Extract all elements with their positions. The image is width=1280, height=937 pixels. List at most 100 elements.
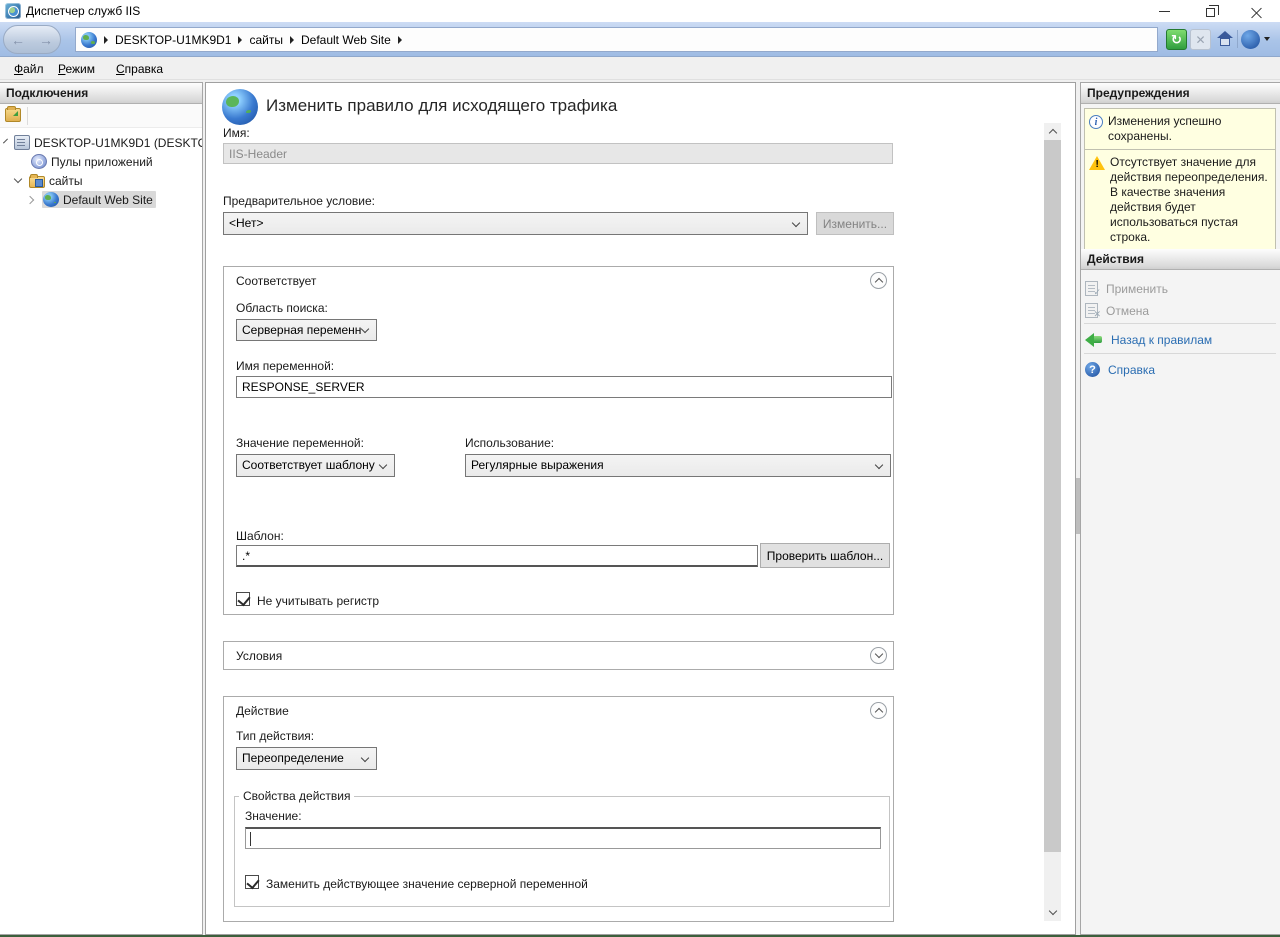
server-icon — [14, 135, 30, 150]
restore-button[interactable] — [1188, 0, 1233, 22]
alert-saved: Изменения успешно сохранены. — [1084, 108, 1276, 150]
breadcrumb-item-sites[interactable]: сайты — [249, 33, 283, 47]
chevron-up-icon — [874, 278, 882, 286]
pattern-input[interactable]: .* — [236, 545, 758, 567]
help-dropdown-caret-icon[interactable] — [1264, 37, 1270, 41]
globe-feature-icon — [222, 89, 258, 125]
chevron-up-icon — [1048, 129, 1056, 137]
globe-icon — [81, 32, 97, 48]
scope-label: Область поиска: — [236, 301, 328, 315]
variable-name-label: Имя переменной: — [236, 359, 334, 373]
apply-label: Применить — [1106, 282, 1168, 296]
toolbar-separator — [27, 107, 28, 125]
minimize-button[interactable] — [1142, 0, 1187, 22]
conditions-section-title: Условия — [236, 649, 282, 663]
replace-existing-checkbox[interactable] — [245, 875, 259, 889]
connections-toolbar — [0, 104, 202, 128]
chevron-down-icon — [792, 218, 800, 226]
variable-value-select[interactable]: Соответствует шаблону — [236, 454, 395, 477]
cancel-icon: ✕ — [1085, 303, 1098, 318]
breadcrumb-arrow-icon[interactable] — [398, 36, 402, 44]
close-icon — [1251, 6, 1262, 17]
chevron-down-icon — [361, 753, 369, 761]
edit-precondition-button: Изменить... — [816, 212, 894, 235]
alert-text: Отсутствует значение для действия переоп… — [1110, 155, 1271, 245]
tree-item-server[interactable]: DESKTOP-U1MK9D1 (DESKTO — [0, 133, 202, 152]
content-scrollbar[interactable] — [1044, 123, 1061, 921]
test-pattern-button[interactable]: Проверить шаблон... — [760, 543, 890, 568]
help-link[interactable]: Справка — [1085, 359, 1275, 380]
scroll-down-button[interactable] — [1044, 904, 1061, 921]
selected-tree-item[interactable]: Default Web Site — [42, 191, 156, 208]
chevron-up-icon — [874, 708, 882, 716]
menu-file[interactable]: Файл — [10, 61, 48, 77]
usage-select[interactable]: Регулярные выражения — [465, 454, 891, 477]
forward-arrow-icon[interactable]: → — [39, 33, 53, 47]
variable-name-input[interactable]: RESPONSE_SERVER — [236, 376, 892, 398]
breadcrumb-arrow-icon[interactable] — [104, 36, 108, 44]
name-label: Имя: — [223, 126, 250, 140]
scope-value: Серверная переменн — [242, 323, 361, 337]
globe-icon — [43, 192, 59, 207]
apply-icon: ✓ — [1085, 281, 1098, 296]
scroll-up-button[interactable] — [1044, 123, 1061, 140]
warnings-header: Предупреждения — [1081, 83, 1280, 104]
back-arrow-icon[interactable]: ← — [11, 33, 25, 47]
action-type-value: Переопределение — [242, 751, 344, 765]
breadcrumb-item-server[interactable]: DESKTOP-U1MK9D1 — [115, 33, 231, 47]
breadcrumb-item-site[interactable]: Default Web Site — [301, 33, 391, 47]
breadcrumb-arrow-icon[interactable] — [290, 36, 294, 44]
iis-app-icon — [5, 3, 21, 19]
scope-select[interactable]: Серверная переменн — [236, 319, 377, 341]
collapse-section-button[interactable] — [870, 702, 887, 719]
menu-help[interactable]: Справка — [112, 61, 167, 77]
close-button[interactable] — [1234, 0, 1279, 22]
usage-label: Использование: — [465, 436, 554, 450]
scrollbar-thumb[interactable] — [1044, 140, 1061, 852]
app-pools-icon — [31, 154, 47, 169]
chevron-down-icon[interactable] — [3, 139, 8, 144]
tree-item-default-web-site[interactable]: Default Web Site — [0, 190, 202, 209]
help-icon[interactable] — [1241, 30, 1260, 49]
restore-icon — [1206, 8, 1215, 17]
warning-icon — [1089, 156, 1105, 171]
nav-buttons: ← → — [3, 25, 61, 54]
apply-button: ✓ Применить — [1085, 278, 1275, 299]
menu-view[interactable]: Режим — [54, 61, 99, 77]
create-connection-icon[interactable] — [5, 108, 21, 122]
tree-item-label: сайты — [49, 174, 83, 188]
match-section: Соответствует Область поиска: Серверная … — [223, 266, 894, 615]
tree-item-sites[interactable]: сайты — [0, 171, 202, 190]
page-title: Изменить правило для исходящего трафика — [266, 96, 617, 116]
expand-section-button[interactable] — [870, 647, 887, 664]
chevron-right-icon[interactable] — [26, 195, 34, 203]
refresh-icon[interactable]: ↻ — [1166, 29, 1187, 50]
ignore-case-checkbox[interactable] — [236, 592, 250, 606]
chevron-down-icon — [1048, 907, 1056, 915]
chevron-down-icon[interactable] — [14, 175, 22, 183]
stop-icon: ✕ — [1190, 29, 1211, 50]
tree-item-label: Пулы приложений — [51, 155, 153, 169]
conditions-section: Условия — [223, 641, 894, 670]
action-type-select[interactable]: Переопределение — [236, 747, 377, 770]
address-bar: ← → DESKTOP-U1MK9D1 сайты Default Web Si… — [0, 22, 1280, 57]
help-icon — [1085, 362, 1100, 377]
main-content-panel: Изменить правило для исходящего трафика … — [205, 82, 1076, 935]
name-field: IIS-Header — [223, 143, 893, 164]
value-input[interactable] — [245, 827, 881, 849]
tree-item-label: DESKTOP-U1MK9D1 (DESKTO — [34, 136, 202, 150]
back-arrow-icon — [1085, 333, 1103, 347]
iis-manager-window: Диспетчер служб IIS ← → DESKTOP-U1MK9D1 … — [0, 0, 1280, 937]
collapse-section-button[interactable] — [870, 272, 887, 289]
connections-header: Подключения — [0, 83, 202, 104]
precondition-select[interactable]: <Нет> — [223, 212, 808, 235]
home-body — [1220, 38, 1230, 46]
breadcrumb[interactable]: DESKTOP-U1MK9D1 сайты Default Web Site — [75, 27, 1158, 52]
usage-value: Регулярные выражения — [471, 458, 604, 472]
tree-item-app-pools[interactable]: Пулы приложений — [0, 152, 202, 171]
home-icon[interactable] — [1214, 29, 1235, 50]
back-to-rules-link[interactable]: Назад к правилам — [1085, 329, 1275, 350]
tree-item-label: Default Web Site — [63, 193, 153, 207]
breadcrumb-arrow-icon[interactable] — [238, 36, 242, 44]
cancel-button: ✕ Отмена — [1085, 300, 1275, 321]
